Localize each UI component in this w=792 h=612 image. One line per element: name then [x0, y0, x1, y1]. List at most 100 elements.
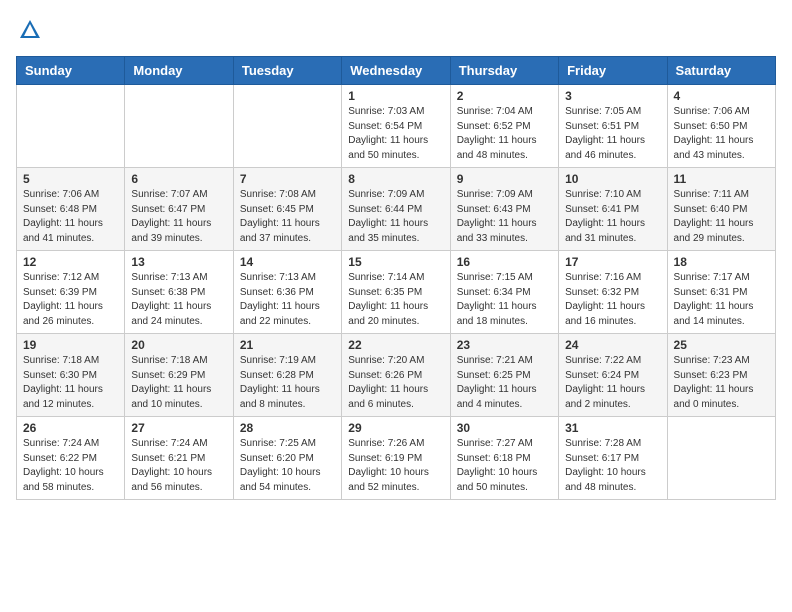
- weekday-header-tuesday: Tuesday: [233, 57, 341, 85]
- day-info: Sunrise: 7:09 AMSunset: 6:44 PMDaylight:…: [348, 188, 443, 246]
- day-info: Sunrise: 7:04 AMSunset: 6:52 PMDaylight:…: [457, 105, 552, 163]
- day-info: Sunrise: 7:09 AMSunset: 6:43 PMDaylight:…: [457, 188, 552, 246]
- calendar-cell: 1 Sunrise: 7:03 AMSunset: 6:54 PMDaylight…: [342, 85, 450, 168]
- calendar-cell: 22 Sunrise: 7:20 AMSunset: 6:26 PMDayligh…: [342, 334, 450, 417]
- calendar-cell: 23 Sunrise: 7:21 AMSunset: 6:25 PMDayligh…: [450, 334, 558, 417]
- day-info: Sunrise: 7:08 AMSunset: 6:45 PMDaylight:…: [240, 188, 335, 246]
- day-info: Sunrise: 7:16 AMSunset: 6:32 PMDaylight:…: [565, 271, 660, 329]
- weekday-header-row: SundayMondayTuesdayWednesdayThursdayFrid…: [17, 57, 776, 85]
- day-number: 16: [457, 255, 552, 269]
- calendar-cell: 14Sunrise: 7:13 AMSunset: 6:36 PMDayligh…: [233, 251, 341, 334]
- calendar-cell: [233, 85, 341, 168]
- calendar-cell: 19 Sunrise: 7:18 AMSunset: 6:30 PMDayligh…: [17, 334, 125, 417]
- week-row-5: 26 Sunrise: 7:24 AMSunset: 6:22 PMDayligh…: [17, 417, 776, 500]
- calendar-cell: 12 Sunrise: 7:12 AMSunset: 6:39 PMDayligh…: [17, 251, 125, 334]
- day-number: 11: [674, 172, 769, 186]
- calendar-cell: [125, 85, 233, 168]
- calendar-cell: 15 Sunrise: 7:14 AMSunset: 6:35 PMDayligh…: [342, 251, 450, 334]
- day-info: Sunrise: 7:22 AMSunset: 6:24 PMDaylight:…: [565, 354, 660, 412]
- calendar-cell: 18 Sunrise: 7:17 AMSunset: 6:31 PMDayligh…: [667, 251, 775, 334]
- weekday-header-monday: Monday: [125, 57, 233, 85]
- day-info: Sunrise: 7:15 AMSunset: 6:34 PMDaylight:…: [457, 271, 552, 329]
- day-number: 12: [23, 255, 118, 269]
- day-info: Sunrise: 7:19 AMSunset: 6:28 PMDaylight:…: [240, 354, 335, 412]
- calendar-cell: 16 Sunrise: 7:15 AMSunset: 6:34 PMDayligh…: [450, 251, 558, 334]
- calendar-cell: 27Sunrise: 7:24 AMSunset: 6:21 PMDayligh…: [125, 417, 233, 500]
- weekday-header-saturday: Saturday: [667, 57, 775, 85]
- day-info: Sunrise: 7:24 AMSunset: 6:21 PMDaylight:…: [131, 437, 226, 495]
- day-number: 26: [23, 421, 118, 435]
- day-number: 21: [240, 338, 335, 352]
- day-info: Sunrise: 7:18 AMSunset: 6:30 PMDaylight:…: [23, 354, 118, 412]
- day-info: Sunrise: 7:03 AMSunset: 6:54 PMDaylight:…: [348, 105, 443, 163]
- calendar-cell: 31 Sunrise: 7:28 AMSunset: 6:17 PMDayligh…: [559, 417, 667, 500]
- day-info: Sunrise: 7:07 AMSunset: 6:47 PMDaylight:…: [131, 188, 226, 246]
- day-number: 1: [348, 89, 443, 103]
- calendar-cell: 26 Sunrise: 7:24 AMSunset: 6:22 PMDayligh…: [17, 417, 125, 500]
- day-info: Sunrise: 7:18 AMSunset: 6:29 PMDaylight:…: [131, 354, 226, 412]
- day-info: Sunrise: 7:26 AMSunset: 6:19 PMDaylight:…: [348, 437, 443, 495]
- day-number: 31: [565, 421, 660, 435]
- day-number: 3: [565, 89, 660, 103]
- day-info: Sunrise: 7:06 AMSunset: 6:48 PMDaylight:…: [23, 188, 118, 246]
- day-info: Sunrise: 7:25 AMSunset: 6:20 PMDaylight:…: [240, 437, 335, 495]
- calendar-cell: 25 Sunrise: 7:23 AMSunset: 6:23 PMDayligh…: [667, 334, 775, 417]
- day-number: 15: [348, 255, 443, 269]
- day-number: 7: [240, 172, 335, 186]
- week-row-1: 1 Sunrise: 7:03 AMSunset: 6:54 PMDaylight…: [17, 85, 776, 168]
- calendar-cell: 4 Sunrise: 7:06 AMSunset: 6:50 PMDaylight…: [667, 85, 775, 168]
- day-info: Sunrise: 7:17 AMSunset: 6:31 PMDaylight:…: [674, 271, 769, 329]
- day-info: Sunrise: 7:28 AMSunset: 6:17 PMDaylight:…: [565, 437, 660, 495]
- day-info: Sunrise: 7:10 AMSunset: 6:41 PMDaylight:…: [565, 188, 660, 246]
- calendar-cell: 30 Sunrise: 7:27 AMSunset: 6:18 PMDayligh…: [450, 417, 558, 500]
- calendar-cell: 7 Sunrise: 7:08 AMSunset: 6:45 PMDaylight…: [233, 168, 341, 251]
- day-info: Sunrise: 7:14 AMSunset: 6:35 PMDaylight:…: [348, 271, 443, 329]
- day-number: 25: [674, 338, 769, 352]
- calendar-cell: 10 Sunrise: 7:10 AMSunset: 6:41 PMDayligh…: [559, 168, 667, 251]
- calendar-cell: 2 Sunrise: 7:04 AMSunset: 6:52 PMDaylight…: [450, 85, 558, 168]
- weekday-header-sunday: Sunday: [17, 57, 125, 85]
- weekday-header-friday: Friday: [559, 57, 667, 85]
- day-info: Sunrise: 7:23 AMSunset: 6:23 PMDaylight:…: [674, 354, 769, 412]
- logo: [16, 16, 48, 44]
- day-number: 29: [348, 421, 443, 435]
- day-number: 17: [565, 255, 660, 269]
- day-number: 18: [674, 255, 769, 269]
- calendar-cell: 3Sunrise: 7:05 AMSunset: 6:51 PMDaylight…: [559, 85, 667, 168]
- calendar: SundayMondayTuesdayWednesdayThursdayFrid…: [16, 56, 776, 500]
- day-number: 22: [348, 338, 443, 352]
- day-info: Sunrise: 7:11 AMSunset: 6:40 PMDaylight:…: [674, 188, 769, 246]
- calendar-cell: 5Sunrise: 7:06 AMSunset: 6:48 PMDaylight…: [17, 168, 125, 251]
- calendar-cell: 9 Sunrise: 7:09 AMSunset: 6:43 PMDaylight…: [450, 168, 558, 251]
- day-info: Sunrise: 7:24 AMSunset: 6:22 PMDaylight:…: [23, 437, 118, 495]
- day-info: Sunrise: 7:20 AMSunset: 6:26 PMDaylight:…: [348, 354, 443, 412]
- header: [16, 16, 776, 44]
- calendar-cell: 20 Sunrise: 7:18 AMSunset: 6:29 PMDayligh…: [125, 334, 233, 417]
- day-number: 19: [23, 338, 118, 352]
- day-number: 20: [131, 338, 226, 352]
- weekday-header-wednesday: Wednesday: [342, 57, 450, 85]
- day-number: 9: [457, 172, 552, 186]
- day-number: 8: [348, 172, 443, 186]
- week-row-3: 12 Sunrise: 7:12 AMSunset: 6:39 PMDayligh…: [17, 251, 776, 334]
- day-number: 2: [457, 89, 552, 103]
- day-info: Sunrise: 7:12 AMSunset: 6:39 PMDaylight:…: [23, 271, 118, 329]
- day-number: 30: [457, 421, 552, 435]
- day-number: 4: [674, 89, 769, 103]
- calendar-cell: [667, 417, 775, 500]
- calendar-cell: 8 Sunrise: 7:09 AMSunset: 6:44 PMDaylight…: [342, 168, 450, 251]
- calendar-cell: 13Sunrise: 7:13 AMSunset: 6:38 PMDayligh…: [125, 251, 233, 334]
- day-number: 10: [565, 172, 660, 186]
- day-number: 28: [240, 421, 335, 435]
- day-info: Sunrise: 7:27 AMSunset: 6:18 PMDaylight:…: [457, 437, 552, 495]
- day-number: 6: [131, 172, 226, 186]
- day-info: Sunrise: 7:13 AMSunset: 6:36 PMDaylight:…: [240, 271, 335, 329]
- calendar-cell: 28 Sunrise: 7:25 AMSunset: 6:20 PMDayligh…: [233, 417, 341, 500]
- calendar-cell: 17 Sunrise: 7:16 AMSunset: 6:32 PMDayligh…: [559, 251, 667, 334]
- day-info: Sunrise: 7:06 AMSunset: 6:50 PMDaylight:…: [674, 105, 769, 163]
- week-row-4: 19 Sunrise: 7:18 AMSunset: 6:30 PMDayligh…: [17, 334, 776, 417]
- day-number: 23: [457, 338, 552, 352]
- day-info: Sunrise: 7:21 AMSunset: 6:25 PMDaylight:…: [457, 354, 552, 412]
- calendar-cell: 11 Sunrise: 7:11 AMSunset: 6:40 PMDayligh…: [667, 168, 775, 251]
- logo-icon: [16, 16, 44, 44]
